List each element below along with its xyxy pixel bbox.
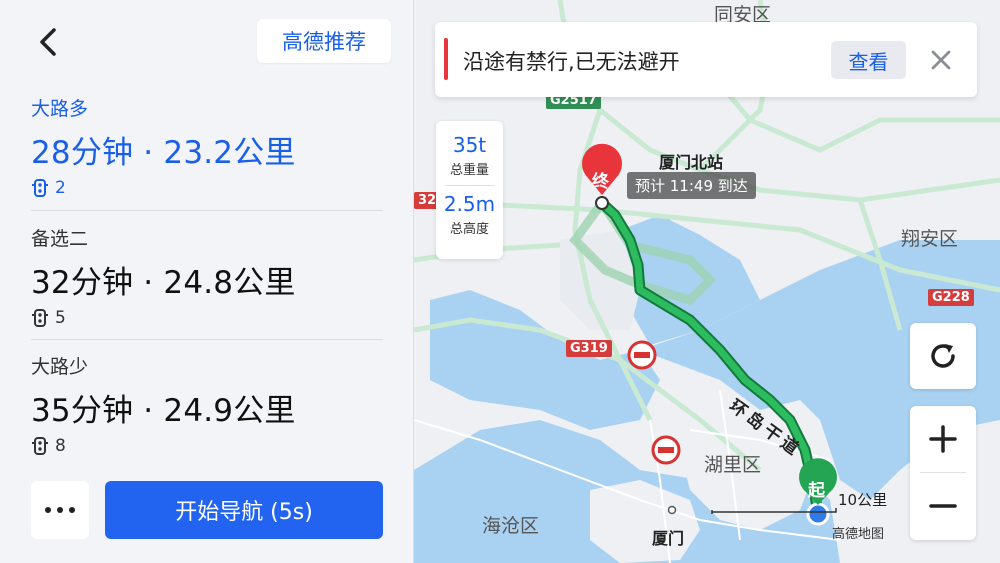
refresh-icon — [931, 344, 955, 368]
district-label: 翔安区 — [901, 228, 959, 250]
destination-name: 厦门北站 — [659, 153, 724, 172]
restriction-alert: 沿途有禁行,已无法避开 查看 — [435, 22, 977, 97]
alert-message: 沿途有禁行,已无法避开 — [463, 50, 680, 74]
route-summary: 32分钟 · 24.8公里 — [31, 265, 296, 301]
traffic-lights: 5 — [31, 308, 383, 328]
route-summary: 35分钟 · 24.9公里 — [31, 393, 296, 429]
traffic-light-count: 5 — [55, 308, 66, 328]
refresh-button[interactable] — [910, 323, 976, 389]
more-dots-icon — [45, 507, 75, 513]
route-tag: 备选二 — [31, 228, 89, 250]
zoom-out-button[interactable] — [910, 473, 976, 539]
chevron-left-icon — [40, 28, 56, 56]
traffic-light-icon — [32, 437, 48, 455]
divider — [31, 210, 383, 211]
weight-label: 总重量 — [449, 163, 489, 178]
city-label: 厦门 — [652, 529, 685, 548]
no-entry-icon — [651, 435, 681, 465]
divider — [31, 339, 383, 340]
route-option-2[interactable]: 备选二 32分钟 · 24.8公里 5 — [31, 224, 383, 328]
route-option-1[interactable]: 大路多 28分钟 · 23.2公里 2 — [31, 94, 383, 198]
traffic-light-icon — [32, 179, 48, 197]
route-tag: 大路少 — [31, 356, 89, 378]
height-value: 2.5m — [443, 192, 496, 216]
route-summary: 28分钟 · 23.2公里 — [31, 135, 296, 171]
route-tag: 大路多 — [31, 98, 89, 120]
route-panel: 高德推荐 大路多 28分钟 · 23.2公里 2 备选二 32分钟 · 24.8… — [0, 0, 414, 563]
alert-view-button[interactable]: 查看 — [831, 41, 906, 79]
start-navigation-button[interactable]: 开始导航 (5s) — [105, 481, 383, 539]
destination-marker-label: 终 — [592, 172, 609, 192]
divider — [444, 185, 495, 186]
road-badge: G228 — [928, 289, 974, 306]
traffic-light-count: 2 — [55, 178, 66, 198]
traffic-lights: 2 — [31, 178, 383, 198]
more-button[interactable] — [31, 481, 89, 539]
traffic-light-count: 8 — [55, 436, 66, 456]
route-option-3[interactable]: 大路少 35分钟 · 24.9公里 8 — [31, 352, 383, 456]
zoom-control — [910, 406, 976, 540]
eta-label: 预计 11:49 到达 — [627, 172, 756, 199]
district-label: 海沧区 — [482, 515, 540, 537]
map-scale: 10公里 — [838, 491, 888, 509]
back-button[interactable] — [30, 22, 70, 62]
traffic-lights: 8 — [31, 436, 383, 456]
road-badge: G319 — [566, 340, 612, 357]
district-label: 湖里区 — [704, 454, 762, 476]
close-icon — [931, 50, 951, 70]
vehicle-info-card[interactable]: 35t 总重量 2.5m 总高度 — [436, 121, 503, 259]
recommend-button[interactable]: 高德推荐 — [257, 19, 391, 63]
height-label: 总高度 — [449, 222, 489, 237]
traffic-light-icon — [32, 309, 48, 327]
no-entry-icon — [627, 340, 657, 370]
alert-accent-bar — [444, 38, 448, 80]
minus-icon — [929, 504, 957, 508]
weight-value: 35t — [452, 133, 487, 157]
origin-marker-label: 起 — [808, 481, 825, 501]
zoom-in-button[interactable] — [910, 406, 976, 472]
plus-icon — [929, 425, 957, 453]
map-logo: 高德地图 — [832, 527, 885, 542]
alert-close-button[interactable] — [927, 46, 955, 74]
